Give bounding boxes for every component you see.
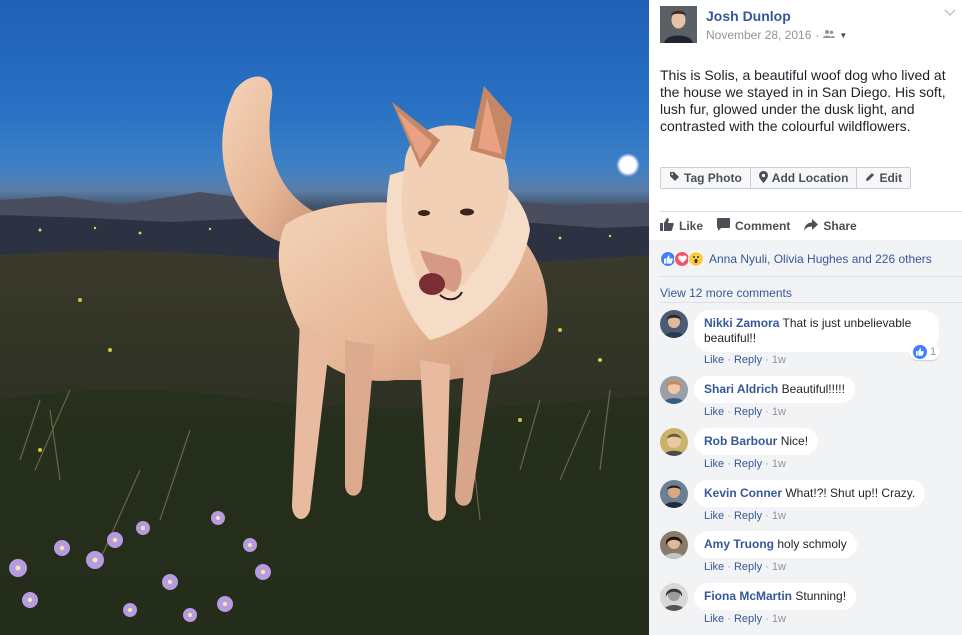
comment-reaction-badge[interactable]: 1 <box>909 344 941 360</box>
comment-actions: Like · Reply · 1w <box>704 354 786 366</box>
comment-bubble: Rob Barbour Nice! <box>694 428 819 455</box>
commenter-avatar[interactable] <box>660 310 688 338</box>
post-photo[interactable] <box>0 0 649 635</box>
commenter-name[interactable]: Fiona McMartin <box>704 589 792 603</box>
comment-text: What!?! Shut up!! Crazy. <box>785 486 916 500</box>
comment-button[interactable]: Comment <box>717 218 790 234</box>
reaction-count: 1 <box>930 346 937 358</box>
comment-time[interactable]: 1w <box>772 406 786 418</box>
edit-button[interactable]: Edit <box>857 168 910 188</box>
add-location-button[interactable]: Add Location <box>751 168 858 188</box>
comment-text: Nice! <box>780 434 809 448</box>
comment-reply-link[interactable]: Reply <box>734 354 762 366</box>
comment-time[interactable]: 1w <box>772 613 786 625</box>
author-avatar[interactable] <box>660 6 697 43</box>
commenter-name[interactable]: Nikki Zamora <box>704 316 779 330</box>
comment-item: Kevin Conner What!?! Shut up!! Crazy. Li… <box>660 480 960 526</box>
like-button[interactable]: Like <box>660 218 703 234</box>
location-pin-icon <box>758 170 768 186</box>
commenter-avatar[interactable] <box>660 583 688 611</box>
commenter-avatar[interactable] <box>660 428 688 456</box>
post-sidebar: Josh Dunlop November 28, 2016 · ▼ This i… <box>649 0 962 635</box>
comment-like-link[interactable]: Like <box>704 458 724 470</box>
comment-item: Rob Barbour Nice! Like · Reply · 1w <box>660 428 960 474</box>
comment-item: Amy Truong holy schmoly Like · Reply · 1… <box>660 531 960 577</box>
pencil-icon <box>865 171 875 185</box>
share-arrow-icon <box>804 218 819 234</box>
comment-reply-link[interactable]: Reply <box>734 458 762 470</box>
comment-like-link[interactable]: Like <box>704 406 724 418</box>
comment-bubble: Fiona McMartin Stunning! <box>694 583 857 610</box>
view-more-comments-link[interactable]: View 12 more comments <box>660 286 792 300</box>
comment-time[interactable]: 1w <box>772 458 786 470</box>
divider <box>660 276 962 277</box>
comment-text: Beautiful!!!!! <box>781 382 845 396</box>
comment-actions: Like · Reply · 1w <box>704 613 786 625</box>
wow-icon <box>688 251 704 267</box>
reaction-names[interactable]: Anna Nyuli, Olivia Hughes and 226 others <box>709 252 932 266</box>
commenter-name[interactable]: Rob Barbour <box>704 434 777 448</box>
comment-time[interactable]: 1w <box>772 561 786 573</box>
comment-item: Fiona McMartin Stunning! Like · Reply · … <box>660 583 960 629</box>
comment-reply-link[interactable]: Reply <box>734 510 762 522</box>
comment-text: holy schmoly <box>777 537 847 551</box>
comment-like-link[interactable]: Like <box>704 613 724 625</box>
friends-icon[interactable] <box>823 28 836 42</box>
post-meta: November 28, 2016 · ▼ <box>706 28 847 42</box>
commenter-avatar[interactable] <box>660 531 688 559</box>
tag-icon <box>669 171 680 185</box>
divider <box>660 302 962 303</box>
comment-actions: Like · Reply · 1w <box>704 561 786 573</box>
share-label: Share <box>823 219 857 233</box>
comment-bubble: Nikki Zamora That is just unbelievable b… <box>694 310 939 352</box>
comment-bubble: Amy Truong holy schmoly <box>694 531 857 558</box>
edit-label: Edit <box>879 171 903 185</box>
post-options-chevron-icon[interactable] <box>944 6 956 20</box>
commenter-avatar[interactable] <box>660 376 688 404</box>
comment-like-link[interactable]: Like <box>704 561 724 573</box>
comment-item: Nikki Zamora That is just unbelievable b… <box>660 310 960 368</box>
divider <box>660 211 962 212</box>
like-icon <box>913 345 927 359</box>
reactions-summary[interactable]: Anna Nyuli, Olivia Hughes and 226 others <box>660 251 932 267</box>
photo-actions-bar: Tag Photo Add Location Edit <box>660 167 912 189</box>
comment-reply-link[interactable]: Reply <box>734 406 762 418</box>
tag-photo-label: Tag Photo <box>684 171 742 185</box>
tag-photo-button[interactable]: Tag Photo <box>661 168 751 188</box>
add-location-label: Add Location <box>771 171 849 185</box>
comment-time[interactable]: 1w <box>772 354 786 366</box>
dog-photo-illustration <box>0 76 649 635</box>
comment-bubble: Shari Aldrich Beautiful!!!!! <box>694 376 855 403</box>
comment-actions: Like · Reply · 1w <box>704 406 786 418</box>
comment-actions: Like · Reply · 1w <box>704 510 786 522</box>
share-button[interactable]: Share <box>804 218 857 234</box>
comment-text: Stunning! <box>795 589 847 603</box>
comment-item: Shari Aldrich Beautiful!!!!! Like · Repl… <box>660 376 960 422</box>
like-label: Like <box>679 219 704 233</box>
commenter-name[interactable]: Kevin Conner <box>704 486 782 500</box>
post-date[interactable]: November 28, 2016 <box>706 28 811 42</box>
comment-actions: Like · Reply · 1w <box>704 458 786 470</box>
comment-reply-link[interactable]: Reply <box>734 613 762 625</box>
post-caption: This is Solis, a beautiful woof dog who … <box>660 67 946 134</box>
comment-bubble-icon <box>717 218 731 234</box>
commenter-name[interactable]: Amy Truong <box>704 537 774 551</box>
comment-like-link[interactable]: Like <box>704 510 724 522</box>
comment-bubble: Kevin Conner What!?! Shut up!! Crazy. <box>694 480 926 507</box>
comment-time[interactable]: 1w <box>772 510 786 522</box>
comment-reply-link[interactable]: Reply <box>734 561 762 573</box>
audience-dropdown-icon[interactable]: ▼ <box>839 31 847 40</box>
commenter-avatar[interactable] <box>660 480 688 508</box>
thumbs-up-icon <box>660 218 674 234</box>
commenter-name[interactable]: Shari Aldrich <box>704 382 778 396</box>
separator-dot: · <box>815 28 820 42</box>
comment-label: Comment <box>735 219 791 233</box>
comment-like-link[interactable]: Like <box>704 354 724 366</box>
post-action-bar: Like Comment Share <box>660 218 857 234</box>
author-name[interactable]: Josh Dunlop <box>706 8 791 24</box>
